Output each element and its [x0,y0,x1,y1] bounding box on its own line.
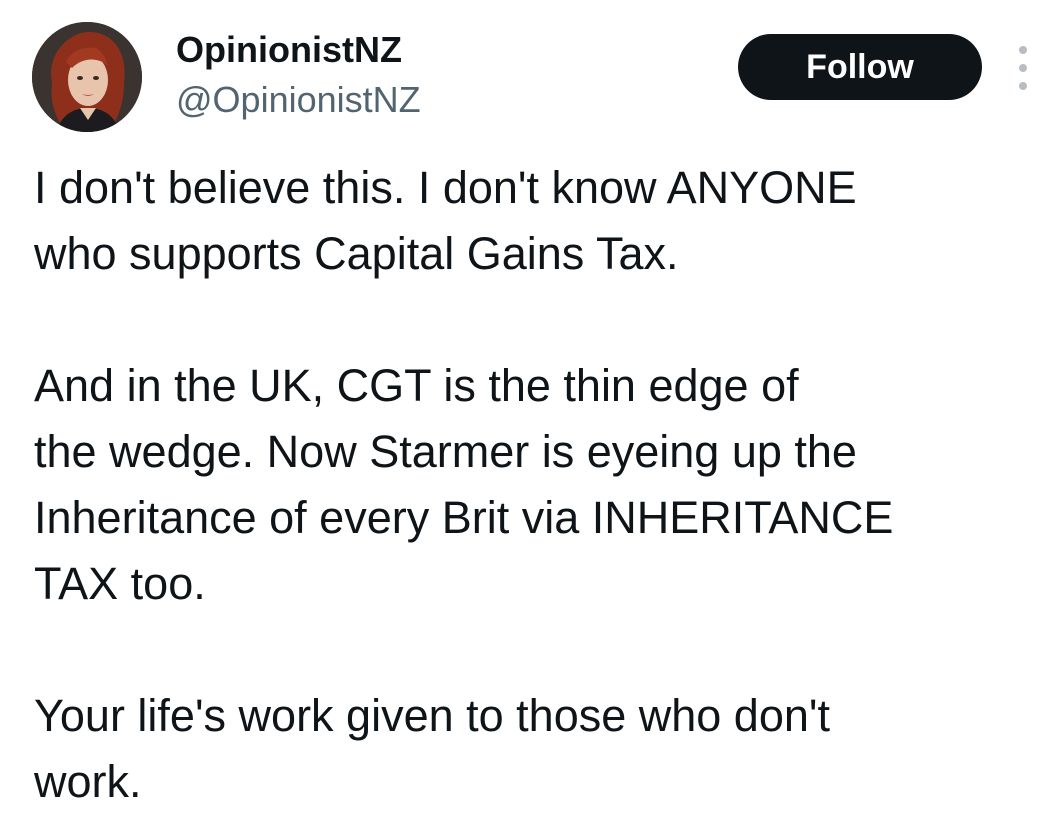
tweet-paragraph: I don't believe this. I don't know ANYON… [34,162,857,279]
tweet-card: OpinionistNZ @OpinionistNZ Follow I don'… [0,0,1040,836]
more-options-icon[interactable] [1010,46,1036,90]
more-dot [1019,64,1027,72]
profile-photo-icon [32,22,142,132]
avatar[interactable] [32,22,142,132]
tweet-text: I don't believe this. I don't know ANYON… [34,155,1024,815]
author-handle[interactable]: @OpinionistNZ [176,78,421,122]
author-display-name[interactable]: OpinionistNZ [176,28,402,72]
follow-button[interactable]: Follow [738,34,982,100]
tweet-paragraph: Your life's work given to those who don'… [34,690,830,807]
more-dot [1019,82,1027,90]
tweet-paragraph: And in the UK, CGT is the thin edge of t… [34,360,894,609]
more-dot [1019,46,1027,54]
